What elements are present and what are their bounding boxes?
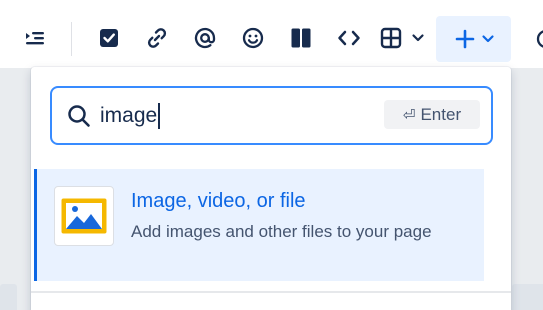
editor-toolbar <box>0 0 543 68</box>
enter-hint: ⏎ Enter <box>384 100 480 129</box>
search-field[interactable]: ⏎ Enter <box>50 86 493 145</box>
code-icon[interactable] <box>331 20 367 56</box>
table-icon[interactable] <box>373 20 409 56</box>
plus-icon <box>455 29 474 49</box>
result-item-image-video-file[interactable]: Image, video, or file Add images and oth… <box>34 169 484 281</box>
link-icon[interactable] <box>139 20 175 56</box>
menu-divider <box>31 291 511 293</box>
insert-menu-dropdown: ⏎ Enter Image, video, or file Add images… <box>31 67 511 310</box>
toolbar-divider <box>71 22 72 56</box>
background-panel <box>512 284 543 310</box>
result-description: Add images and other files to your page <box>131 222 432 241</box>
text-caret <box>158 103 160 129</box>
search-icon <box>68 105 90 127</box>
enter-key-icon: ⏎ <box>402 106 416 124</box>
image-icon <box>54 186 114 246</box>
chevron-down-icon <box>481 35 494 43</box>
result-title: Image, video, or file <box>131 190 306 212</box>
insert-button[interactable] <box>436 16 511 62</box>
mention-icon[interactable] <box>187 20 223 56</box>
layout-icon[interactable] <box>283 20 319 56</box>
more-icon[interactable] <box>533 24 543 54</box>
emoji-icon[interactable] <box>235 20 271 56</box>
enter-hint-label: Enter <box>420 104 462 124</box>
search-input[interactable] <box>100 100 370 132</box>
indent-icon[interactable] <box>17 20 53 56</box>
checkbox-icon[interactable] <box>91 20 127 56</box>
background-panel <box>0 284 17 310</box>
chevron-down-icon[interactable] <box>406 20 430 56</box>
